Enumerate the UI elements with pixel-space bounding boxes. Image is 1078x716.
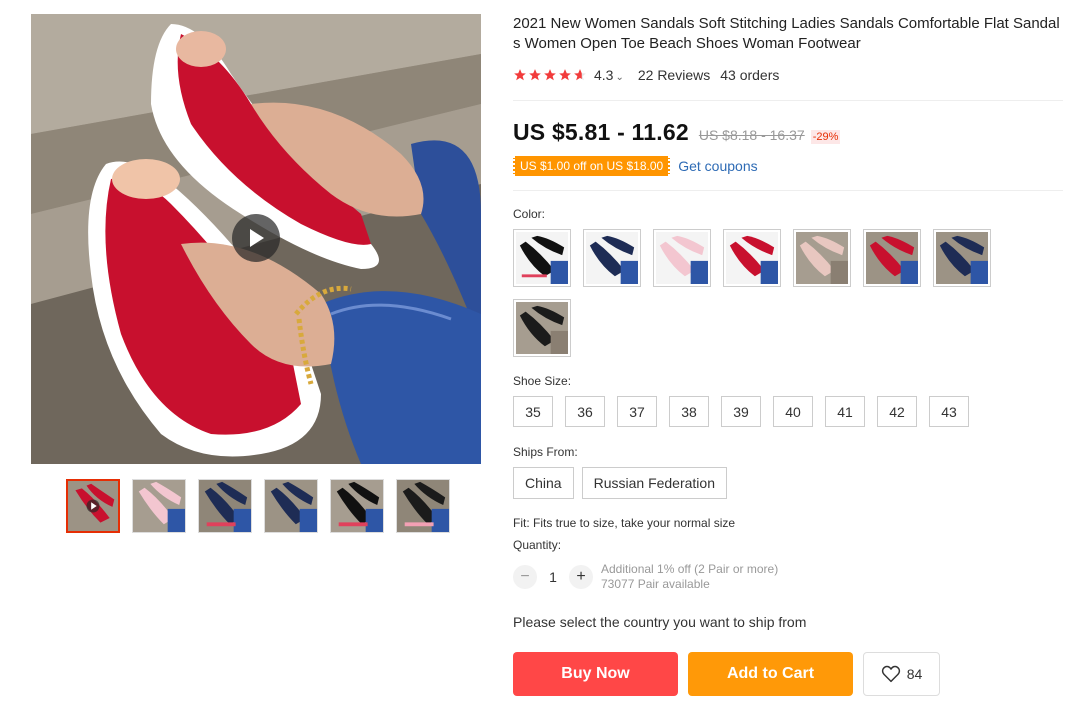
available-stock-text: 73077 Pair available (601, 577, 710, 591)
orders-count: 43 orders (720, 67, 780, 83)
product-info: 2021 New Women Sandals Soft Stitching La… (513, 14, 1063, 696)
size-36[interactable]: 36 (565, 396, 605, 427)
action-buttons: Buy Now Add to Cart 84 (513, 652, 1063, 696)
ship-from-russia[interactable]: Russian Federation (581, 467, 727, 499)
color-swatches (513, 229, 1003, 357)
thumbnail-2[interactable] (132, 479, 186, 533)
thumbnail-5[interactable] (330, 479, 384, 533)
size-38[interactable]: 38 (669, 396, 709, 427)
color-swatch-black-strap[interactable] (513, 299, 571, 357)
ships-from-options: China Russian Federation (513, 467, 1063, 499)
rating-value[interactable]: 4.3 ⌄ (594, 67, 624, 83)
size-37[interactable]: 37 (617, 396, 657, 427)
quantity-info: Additional 1% off (2 Pair or more) 73077… (601, 562, 778, 592)
current-price: US $5.81 - 11.62 (513, 119, 689, 145)
thumbnail-1[interactable] (66, 479, 120, 533)
heart-icon (881, 665, 900, 683)
get-coupons-link[interactable]: Get coupons (678, 158, 757, 174)
size-39[interactable]: 39 (721, 396, 761, 427)
size-40[interactable]: 40 (773, 396, 813, 427)
product-title: 2021 New Women Sandals Soft Stitching La… (513, 15, 1060, 52)
color-swatch-navy-strap[interactable] (933, 229, 991, 287)
quantity-value[interactable]: 1 (537, 569, 569, 585)
color-swatch-pink[interactable] (653, 229, 711, 287)
thumbnail-strip (66, 479, 450, 533)
original-price: US $8.18 - 16.37 (698, 127, 805, 143)
size-35[interactable]: 35 (513, 396, 553, 427)
size-41[interactable]: 41 (825, 396, 865, 427)
additional-discount-text: Additional 1% off (2 Pair or more) (601, 562, 779, 576)
quantity-decrease-button[interactable]: − (513, 565, 537, 589)
reviews-link[interactable]: 22 Reviews (638, 67, 710, 83)
add-to-cart-button[interactable]: Add to Cart (688, 652, 853, 696)
quantity-stepper: − 1 + Additional 1% off (2 Pair or more)… (513, 562, 1063, 592)
fit-note: Fit: Fits true to size, take your normal… (513, 516, 736, 530)
star-icon (544, 69, 556, 81)
quantity-increase-button[interactable]: + (569, 565, 593, 589)
wishlist-count: 84 (906, 666, 923, 682)
size-43[interactable]: 43 (929, 396, 969, 427)
star-icon (514, 69, 526, 81)
ship-from-china[interactable]: China (513, 467, 574, 499)
quantity-label: Quantity: (513, 538, 562, 552)
color-swatch-black-blue[interactable] (513, 229, 571, 287)
play-video-button[interactable] (232, 214, 280, 262)
divider (513, 190, 1063, 191)
size-42[interactable]: 42 (877, 396, 917, 427)
rating-stars (513, 68, 587, 82)
color-swatch-navy[interactable] (583, 229, 641, 287)
play-icon (250, 229, 264, 247)
size-options: 35 36 37 38 39 40 41 42 43 (513, 396, 1063, 427)
chevron-down-icon: ⌄ (615, 72, 624, 83)
price-row: US $5.81 - 11.62 US $8.18 - 16.37 -29% (513, 119, 1063, 146)
buy-now-button[interactable]: Buy Now (513, 652, 678, 696)
color-label: Color: (513, 207, 546, 221)
thumbnail-6[interactable] (396, 479, 450, 533)
size-label: Shoe Size: (513, 374, 572, 388)
rating-number: 4.3 (594, 67, 614, 83)
thumbnail-3[interactable] (198, 479, 252, 533)
main-product-image[interactable] (31, 14, 481, 464)
divider (513, 100, 1063, 101)
star-icon (559, 69, 571, 81)
rating-row: 4.3 ⌄ 22 Reviews 43 orders (513, 64, 1063, 86)
ship-country-message: Please select the country you want to sh… (513, 614, 807, 630)
ships-from-label: Ships From: (513, 445, 578, 459)
coupon-tag[interactable]: US $1.00 off on US $18.00 (513, 156, 671, 176)
wishlist-button[interactable]: 84 (863, 652, 940, 696)
thumbnail-4[interactable] (264, 479, 318, 533)
star-half-icon (574, 69, 586, 81)
color-swatch-red[interactable] (723, 229, 781, 287)
star-icon (529, 69, 541, 81)
color-swatch-red-strap[interactable] (863, 229, 921, 287)
color-swatch-beige[interactable] (793, 229, 851, 287)
coupon-row: US $1.00 off on US $18.00 Get coupons (513, 156, 1063, 176)
discount-badge: -29% (810, 130, 841, 144)
